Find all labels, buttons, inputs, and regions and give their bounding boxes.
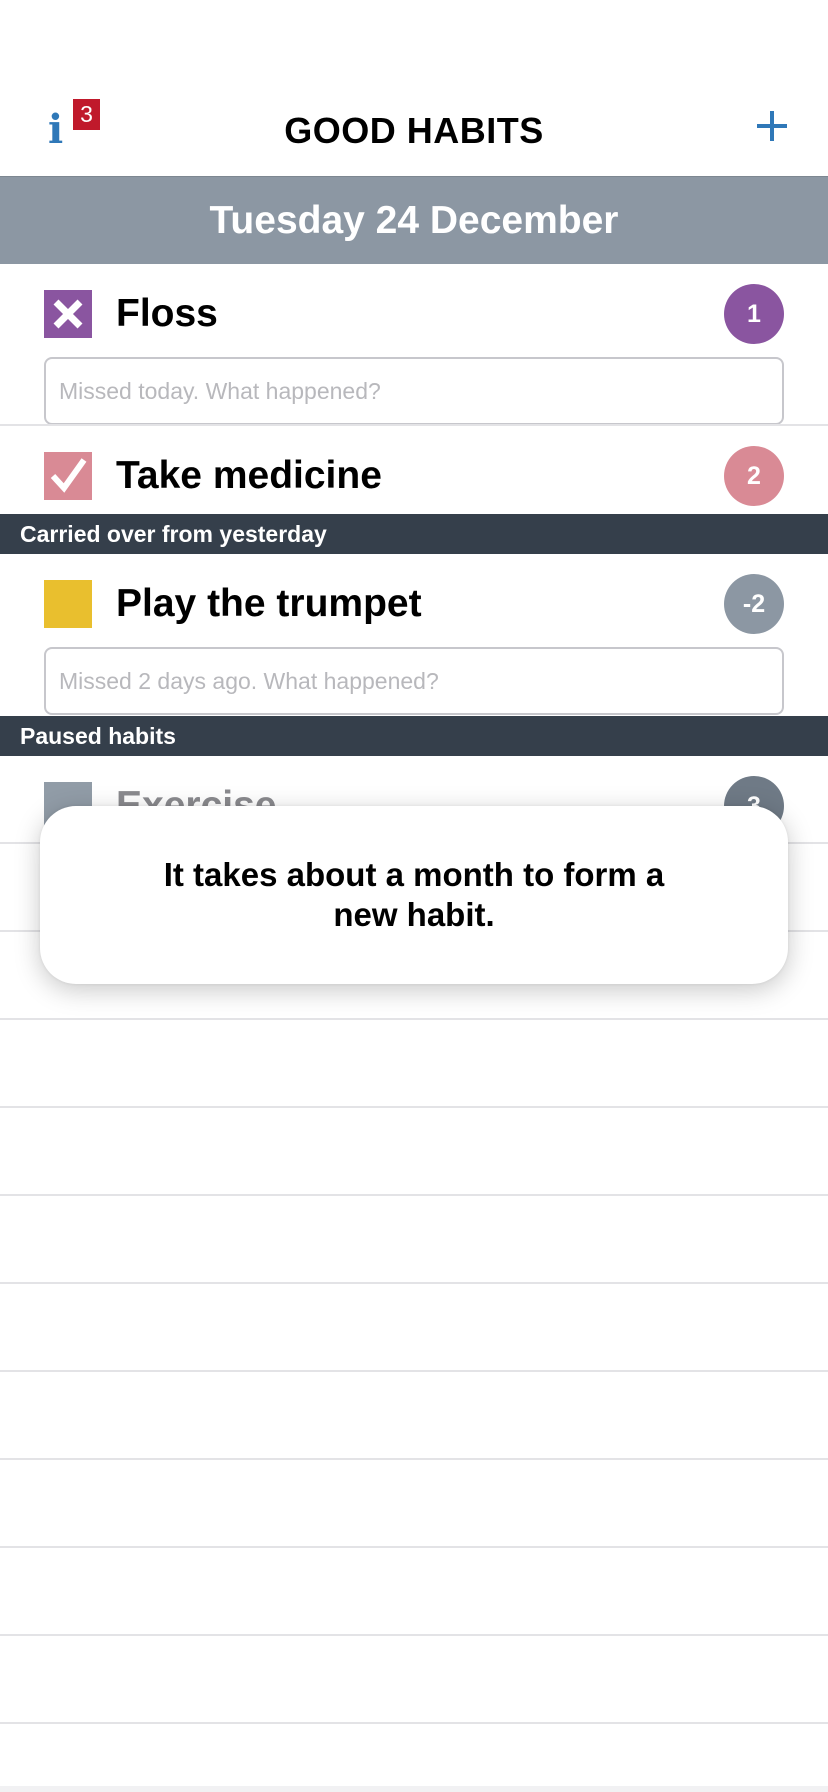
good-habits-app: i 3 GOOD HABITS Tuesday 24 December Flos… <box>0 0 828 1792</box>
row-divider <box>0 1546 828 1548</box>
plus-icon[interactable] <box>754 108 790 144</box>
bottom-edge <box>0 1786 828 1792</box>
app-title: GOOD HABITS <box>284 110 544 151</box>
missed-x-icon[interactable] <box>44 290 92 338</box>
row-divider <box>0 1194 828 1196</box>
tip-text: It takes about a month to form a new hab… <box>163 856 665 933</box>
row-divider <box>0 1634 828 1636</box>
streak-count-badge: 2 <box>724 446 784 506</box>
section-header-carried-over: Carried over from yesterday <box>0 514 828 554</box>
row-divider <box>0 1370 828 1372</box>
date-header: Tuesday 24 December <box>0 176 828 264</box>
streak-count-badge: -2 <box>724 574 784 634</box>
missed-note-input[interactable] <box>44 357 784 425</box>
row-divider <box>0 1282 828 1284</box>
empty-checkbox-icon[interactable] <box>44 580 92 628</box>
habit-name: Take medicine <box>116 454 382 497</box>
row-divider <box>0 1722 828 1724</box>
nav-header: i 3 GOOD HABITS <box>0 0 828 176</box>
section-header-paused: Paused habits <box>0 716 828 756</box>
habit-tip-popup[interactable]: It takes about a month to form a new hab… <box>40 806 788 984</box>
row-divider <box>0 1458 828 1460</box>
checkmark-icon[interactable] <box>44 452 92 500</box>
row-divider <box>0 424 828 426</box>
missed-note-input[interactable] <box>44 647 784 715</box>
row-divider <box>0 1106 828 1108</box>
habit-name: Floss <box>116 292 218 335</box>
row-divider <box>0 1018 828 1020</box>
streak-count-badge: 1 <box>724 284 784 344</box>
habit-name: Play the trumpet <box>116 582 422 625</box>
